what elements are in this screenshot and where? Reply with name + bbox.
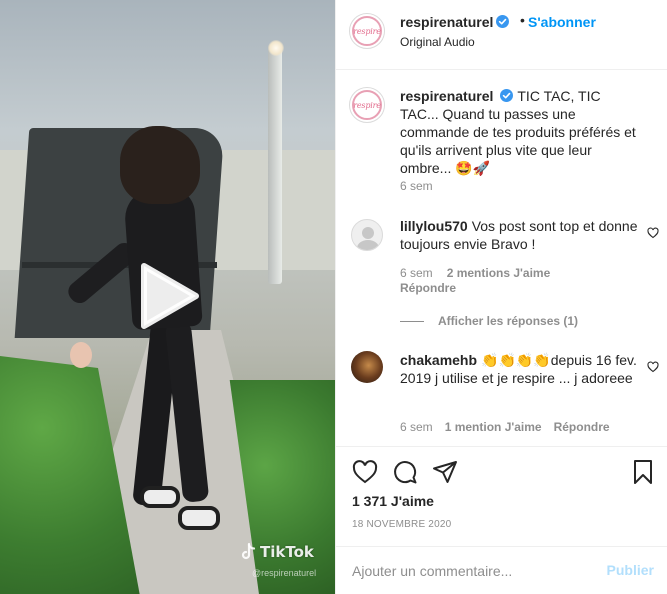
post-header: respire respirenaturel • S'abonner Origi… — [336, 0, 667, 70]
comment-likes[interactable]: 1 mention J'aime — [445, 420, 542, 434]
avatar[interactable] — [351, 351, 383, 383]
post-panel: respire respirenaturel • S'abonner Origi… — [335, 0, 667, 594]
post-video[interactable]: TikTok @respirenaturel — [0, 0, 335, 594]
comment-meta: 6 sem 1 mention J'aime Répondre — [400, 420, 610, 434]
comment-body: lillylou570 Vos post sont top et donne to… — [400, 217, 640, 253]
comment-username[interactable]: chakamehb — [400, 352, 477, 368]
publish-button[interactable]: Publier — [607, 562, 654, 578]
heart-small-icon[interactable] — [647, 361, 659, 373]
header-username[interactable]: respirenaturel — [400, 14, 510, 30]
avatar-logo-text: respire — [353, 100, 381, 110]
verified-icon — [496, 15, 510, 28]
comment-meta: 6 sem 2 mentions J'aime — [400, 266, 550, 280]
video-person-hair — [120, 126, 200, 204]
view-replies-button[interactable]: Afficher les réponses (1) — [400, 314, 578, 328]
avatar-logo-text: respire — [353, 26, 381, 36]
verified-icon — [500, 89, 514, 102]
default-avatar-icon[interactable] — [351, 219, 383, 251]
reply-button[interactable]: Répondre — [554, 420, 610, 434]
video-person-hand — [70, 342, 92, 368]
caption-username[interactable]: respirenaturel — [400, 88, 493, 104]
post-actions: 1 371 J'aime 18 NOVEMBRE 2020 — [336, 446, 667, 546]
comment-username[interactable]: lillylou570 — [400, 218, 468, 234]
avatar-logo: respire — [352, 16, 382, 46]
reply-button[interactable]: Répondre — [400, 281, 456, 295]
follow-button[interactable]: S'abonner — [528, 14, 596, 30]
caption-meta: 6 sem — [400, 179, 433, 193]
heart-small-icon[interactable] — [647, 227, 659, 239]
tiktok-handle: @respirenaturel — [252, 568, 317, 578]
post-date[interactable]: 18 NOVEMBRE 2020 — [352, 519, 451, 530]
comment-time[interactable]: 6 sem — [400, 420, 433, 434]
tiktok-label: TikTok — [260, 543, 314, 561]
tiktok-icon — [241, 543, 256, 560]
likes-count[interactable]: 1 371 J'aime — [352, 493, 434, 509]
caption-time[interactable]: 6 sem — [400, 179, 433, 193]
video-lamp-light — [268, 40, 284, 56]
comment-icon[interactable] — [392, 459, 418, 485]
view-replies-line — [400, 320, 424, 322]
play-button[interactable] — [138, 262, 200, 330]
avatar[interactable]: respire — [349, 13, 385, 49]
tiktok-watermark: TikTok — [240, 543, 314, 561]
avatar-head-shape — [362, 227, 374, 239]
header-username-text[interactable]: respirenaturel — [400, 14, 493, 30]
comment-input[interactable] — [352, 561, 602, 581]
add-comment-bar: Publier — [336, 546, 667, 594]
video-person-leg — [164, 321, 210, 503]
caption-body: respirenaturel TIC TAC, TIC TAC... Quand … — [400, 87, 640, 177]
heart-icon[interactable] — [352, 459, 378, 485]
video-lamp-post — [268, 44, 282, 284]
view-replies-label[interactable]: Afficher les réponses (1) — [438, 314, 578, 328]
dot-separator: • — [520, 12, 525, 28]
avatar-logo: respire — [352, 90, 382, 120]
avatar[interactable]: respire — [349, 87, 385, 123]
comment-likes[interactable]: 2 mentions J'aime — [447, 266, 551, 280]
bookmark-icon[interactable] — [630, 459, 656, 485]
video-person-shoe — [140, 486, 180, 508]
comments-list[interactable]: respire respirenaturel TIC TAC, TIC TAC..… — [336, 71, 667, 445]
video-person-shoe — [178, 506, 220, 530]
comment-time[interactable]: 6 sem — [400, 266, 433, 280]
play-icon — [141, 263, 199, 329]
comment-body: chakamehb 👏👏👏👏depuis 16 fev. 2019 j utili… — [400, 351, 640, 387]
video-person — [64, 126, 222, 546]
avatar-body-shape — [357, 240, 379, 250]
audio-label[interactable]: Original Audio — [400, 35, 475, 49]
share-icon[interactable] — [432, 459, 458, 485]
